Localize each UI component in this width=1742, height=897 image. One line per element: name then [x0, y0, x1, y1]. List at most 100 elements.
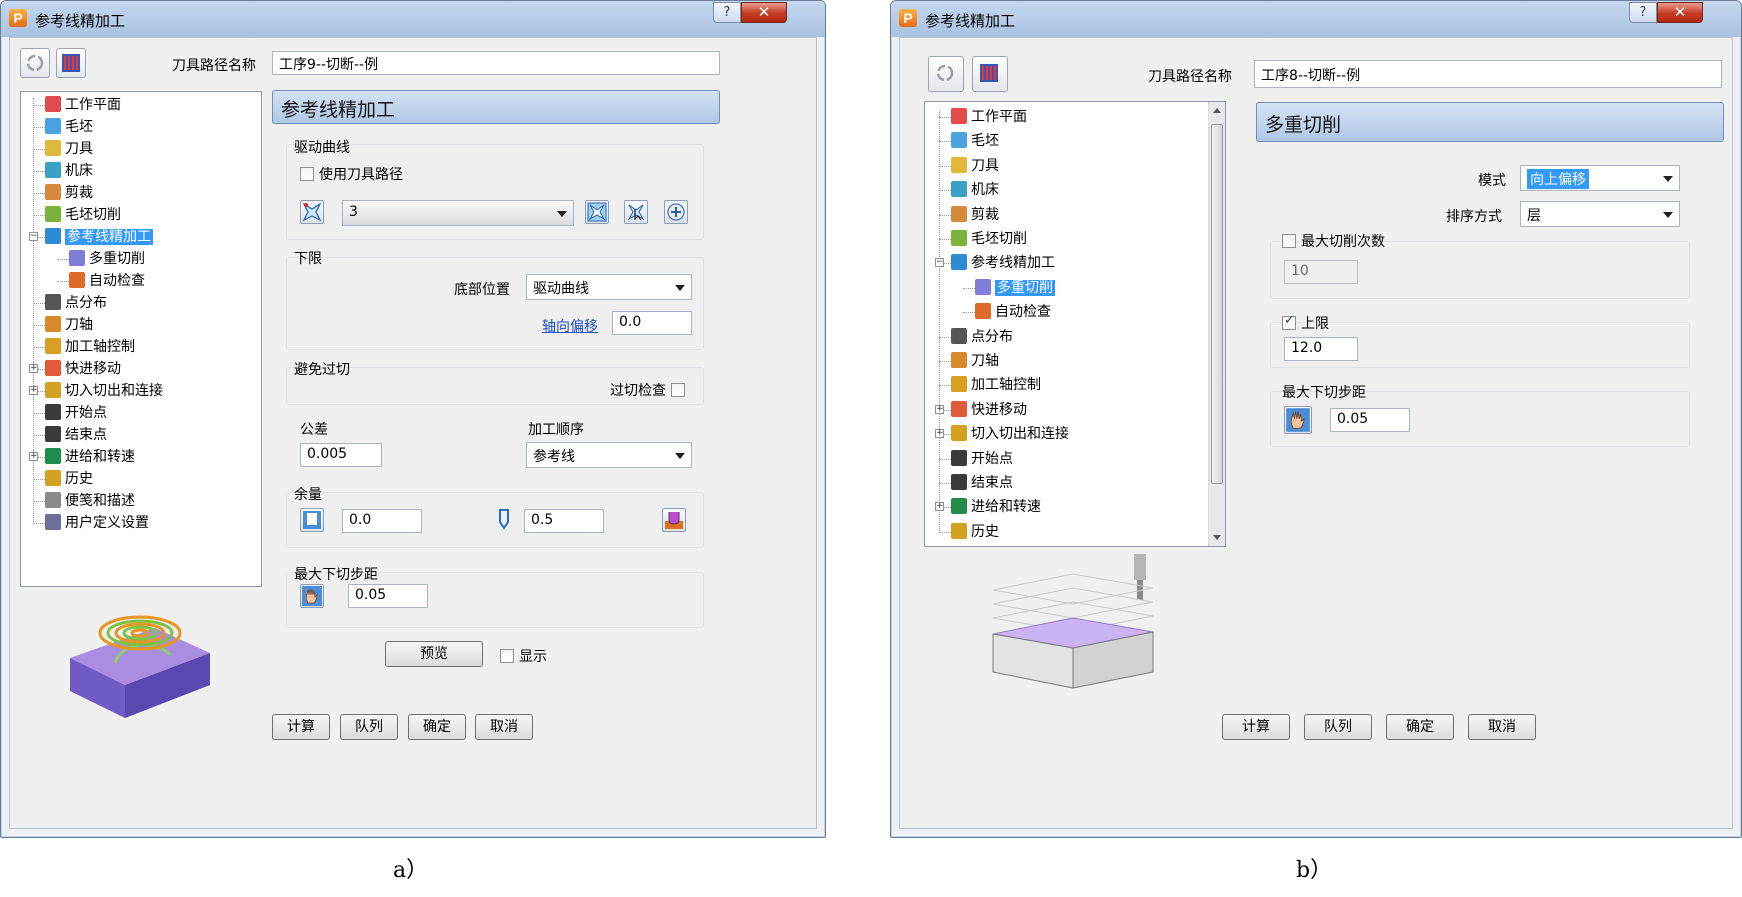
sort-combo[interactable]: 层 [1520, 201, 1680, 227]
close-button[interactable]: ✕ [1657, 2, 1703, 23]
strategy-tree[interactable]: 工作平面 毛坯 刀具 机床 剪裁 毛坯切削 参考线精加工 − 多重切削 自动检查 点分布 刀轴 加工轴控… [20, 91, 262, 587]
collapse-icon[interactable]: − [29, 232, 38, 241]
curve-editor-button[interactable] [585, 200, 609, 224]
tree-item[interactable]: 快进移动 [951, 399, 1027, 421]
tree-item[interactable]: 多重切削 [69, 248, 145, 270]
stepdown-lock-button[interactable] [1284, 406, 1312, 434]
cut-order-combo[interactable]: 参考线 [526, 442, 692, 468]
drive-curve-combo[interactable]: 3 [342, 200, 574, 226]
use-toolpath-checkbox[interactable]: 使用刀具路径 [300, 164, 403, 184]
scroll-down-icon[interactable] [1213, 535, 1221, 540]
tree-item[interactable]: 历史 [951, 521, 999, 543]
axial-offset-link[interactable]: 轴向偏移 [542, 316, 598, 336]
display-checkbox[interactable]: 显示 [500, 646, 547, 666]
tree-item[interactable]: 剪裁 [951, 204, 999, 226]
expand-icon[interactable]: + [29, 386, 38, 395]
upper-limit-input[interactable]: 12.0 [1284, 337, 1358, 361]
tree-item[interactable]: 用户定义设置 [45, 512, 149, 534]
tree-item[interactable]: 点分布 [45, 292, 107, 314]
tree-item[interactable]: 工作平面 [45, 94, 121, 116]
tree-item[interactable]: 自动检查 [975, 301, 1051, 323]
expand-icon[interactable]: + [29, 364, 38, 373]
max-stepdown-input[interactable]: 0.05 [348, 584, 428, 608]
stepdown-lock-button[interactable] [300, 584, 324, 608]
tree-item[interactable]: 自动检查 [69, 270, 145, 292]
tree-item[interactable]: 进给和转速 [45, 446, 135, 468]
tree-item[interactable]: 进给和转速 [951, 496, 1041, 518]
tree-item[interactable]: 剪裁 [45, 182, 93, 204]
radial-thickness-input[interactable]: 0.0 [342, 509, 422, 533]
upper-limit-checkbox[interactable]: 上限 [1282, 313, 1329, 333]
preview-button[interactable]: 预览 [385, 641, 483, 667]
tree-item[interactable]: 毛坯 [45, 116, 93, 138]
drive-curve-select-button[interactable] [300, 200, 324, 224]
tree-item[interactable]: 点分布 [951, 326, 1013, 348]
collapse-icon[interactable]: − [935, 258, 944, 268]
expand-icon[interactable]: + [935, 429, 944, 439]
tree-item[interactable]: 刀轴 [951, 350, 999, 372]
tree-item[interactable]: 刀具 [45, 138, 93, 160]
tree-item[interactable]: 多重切削 [975, 277, 1055, 299]
cancel-button[interactable]: 取消 [475, 714, 533, 740]
tree-item[interactable]: 快进移动 [45, 358, 121, 380]
calculate-button[interactable]: 计算 [272, 714, 330, 740]
scroll-thumb[interactable] [1211, 124, 1223, 484]
tree-item[interactable]: 切入切出和连接 [45, 380, 163, 402]
tree-item[interactable]: 开始点 [951, 448, 1013, 470]
tree-item[interactable]: 机床 [45, 160, 93, 182]
queue-button[interactable]: 队列 [1304, 714, 1372, 740]
close-button[interactable]: ✕ [741, 2, 787, 23]
ok-button[interactable]: 确定 [408, 714, 466, 740]
queue-button[interactable]: 队列 [340, 714, 398, 740]
gouge-check-checkbox[interactable]: 过切检查 [610, 380, 685, 400]
axial-offset-input[interactable]: 0.0 [612, 311, 692, 335]
tree-item[interactable]: 毛坯 [951, 130, 999, 152]
expand-icon[interactable]: + [935, 502, 944, 512]
tree-item[interactable]: 加工轴控制 [45, 336, 135, 358]
tree-item[interactable]: 切入切出和连接 [951, 423, 1069, 445]
checkbox-box[interactable] [1282, 234, 1296, 248]
tree-item[interactable]: 毛坯切削 [45, 204, 121, 226]
max-cuts-checkbox[interactable]: 最大切削次数 [1282, 231, 1385, 251]
tree-item[interactable]: 参考线精加工 [45, 226, 153, 248]
tree-item[interactable]: 加工轴控制 [951, 374, 1041, 396]
tree-item[interactable]: 结束点 [45, 424, 107, 446]
tree-item[interactable]: 结束点 [951, 472, 1013, 494]
checkbox-checked[interactable] [1282, 313, 1296, 330]
curve-add-button[interactable] [664, 200, 688, 224]
scroll-up-icon[interactable] [1213, 108, 1221, 113]
max-cuts-input[interactable]: 10 [1284, 260, 1358, 284]
max-stepdown-input[interactable]: 0.05 [1330, 408, 1410, 432]
tree-item[interactable]: 刀具 [951, 155, 999, 177]
axial-thickness-input[interactable]: 0.5 [524, 509, 604, 533]
tree-item[interactable]: 参考线精加工 [951, 252, 1055, 274]
tolerance-input[interactable]: 0.005 [300, 443, 382, 467]
component-thickness-button[interactable] [662, 508, 686, 532]
toolpath-name-input[interactable]: 工序8--切断--例 [1254, 60, 1722, 88]
bottom-position-combo[interactable]: 驱动曲线 [526, 274, 692, 300]
tree-item[interactable]: 便笺和描述 [45, 490, 135, 512]
tree-scrollbar[interactable] [1208, 102, 1225, 546]
mode-combo[interactable]: 向上偏移 [1520, 165, 1680, 191]
ok-button[interactable]: 确定 [1386, 714, 1454, 740]
toolpath-image-button[interactable] [56, 48, 86, 78]
toolpath-image-button[interactable] [972, 56, 1008, 92]
calculate-button[interactable]: 计算 [1222, 714, 1290, 740]
tree-item[interactable]: 刀轴 [45, 314, 93, 336]
tree-item[interactable]: 工作平面 [951, 106, 1027, 128]
checkbox-box[interactable] [500, 649, 514, 663]
tree-item[interactable]: 历史 [45, 468, 93, 490]
tree-item[interactable]: 机床 [951, 179, 999, 201]
checkbox-box[interactable] [671, 383, 685, 397]
toolpath-name-input[interactable]: 工序9--切断--例 [272, 51, 720, 75]
refresh-toolpath-button[interactable] [20, 48, 50, 78]
tree-item[interactable]: 毛坯切削 [951, 228, 1027, 250]
refresh-toolpath-button[interactable] [928, 56, 964, 92]
help-button[interactable]: ? [713, 2, 741, 23]
radial-thickness-button[interactable] [300, 508, 324, 532]
expand-icon[interactable]: + [935, 404, 944, 414]
cancel-button[interactable]: 取消 [1468, 714, 1536, 740]
curve-select-button[interactable] [624, 200, 648, 224]
help-button[interactable]: ? [1629, 2, 1657, 23]
checkbox-box[interactable] [300, 167, 314, 181]
